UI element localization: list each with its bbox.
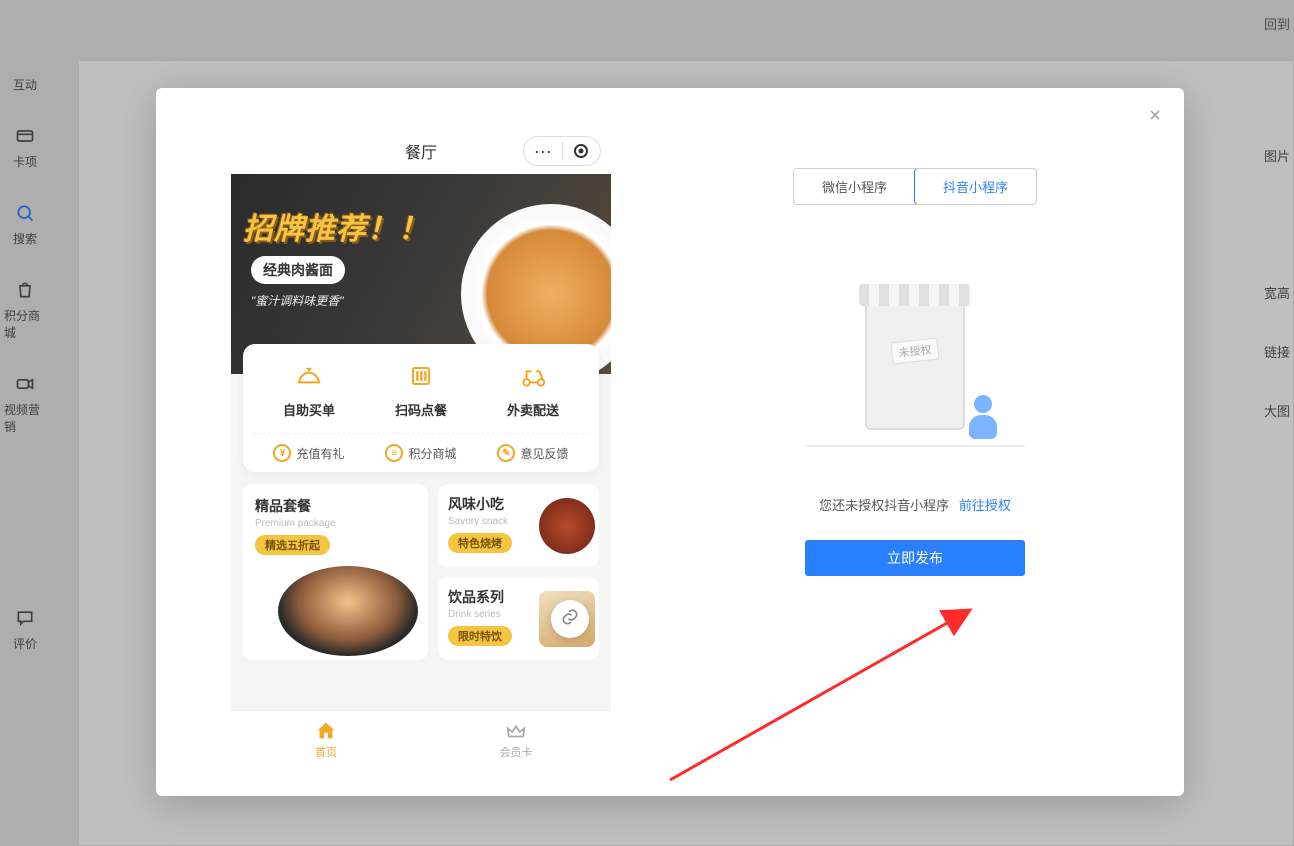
package-image — [278, 566, 418, 656]
tile-tag: 特色烧烤 — [448, 533, 512, 553]
capsule-close-icon — [563, 144, 601, 158]
floating-link-button — [551, 600, 589, 638]
scooter-icon — [515, 358, 551, 394]
unauthorized-label: 未授权 — [890, 338, 939, 365]
storefront-icon: 未授权 — [865, 300, 965, 430]
phone-bottom-nav: 首页 会员卡 — [231, 710, 611, 768]
authorize-link[interactable]: 前往授权 — [959, 498, 1011, 513]
tile-tag: 精选五折起 — [255, 535, 330, 555]
capsule-more-icon: ··· — [524, 141, 562, 162]
home-icon — [315, 720, 337, 742]
subaction-recharge: ¥ 充值有礼 — [273, 444, 344, 462]
unauthorized-illustration: 未授权 — [795, 265, 1035, 465]
coin-icon: ¥ — [273, 444, 291, 462]
product-tiles: 精品套餐 Premium package 精选五折起 风味小吃 Savory s… — [231, 484, 611, 660]
tab-wechat[interactable]: 微信小程序 — [794, 169, 915, 204]
nav-home: 首页 — [231, 711, 421, 768]
subaction-points: ≡ 积分商城 — [385, 444, 456, 462]
publish-panel: 微信小程序 抖音小程序 未授权 您还未授权抖音小程序 前往授权 立即发布 — [676, 88, 1184, 796]
snack-image — [539, 498, 595, 554]
pencil-icon: ✎ — [497, 444, 515, 462]
quick-actions-card: 自助买单 扫码点餐 外卖配送 — [243, 344, 599, 472]
platform-tabs: 微信小程序 抖音小程序 — [793, 168, 1037, 205]
stack-icon: ≡ — [385, 444, 403, 462]
hero-subtitle: "蜜汁调料味更香" — [251, 292, 344, 309]
preview-column: 餐厅 ··· 招牌推荐！！ 经典肉酱面 "蜜汁调料味更香" — [156, 88, 676, 796]
cloche-icon — [291, 358, 327, 394]
miniprogram-capsule: ··· — [523, 136, 601, 166]
subaction-feedback: ✎ 意见反馈 — [497, 444, 568, 462]
link-icon — [560, 607, 580, 632]
hero-headline: 招牌推荐！！ — [243, 204, 429, 248]
tile-premium-package: 精品套餐 Premium package 精选五折起 — [243, 484, 428, 660]
tab-douyin[interactable]: 抖音小程序 — [914, 168, 1037, 205]
action-self-checkout: 自助买单 — [283, 358, 335, 419]
tile-snack: 风味小吃 Savory snack 特色烧烤 — [438, 484, 599, 567]
tile-tag: 限时特饮 — [448, 626, 512, 646]
close-button[interactable] — [1144, 106, 1166, 128]
publish-button[interactable]: 立即发布 — [805, 540, 1025, 576]
publish-modal: 餐厅 ··· 招牌推荐！！ 经典肉酱面 "蜜汁调料味更香" — [156, 88, 1184, 796]
qrcode-icon — [403, 358, 439, 394]
action-scan-order: 扫码点餐 — [395, 358, 447, 419]
app-title: 餐厅 — [405, 139, 437, 163]
phone-preview: 餐厅 ··· 招牌推荐！！ 经典肉酱面 "蜜汁调料味更香" — [231, 128, 611, 768]
hero-badge: 经典肉酱面 — [251, 256, 345, 284]
auth-message: 您还未授权抖音小程序 前往授权 — [819, 495, 1011, 514]
action-delivery: 外卖配送 — [507, 358, 559, 419]
close-icon — [1147, 107, 1163, 128]
person-icon — [967, 395, 999, 437]
crown-icon — [505, 720, 527, 742]
phone-titlebar: 餐厅 ··· — [231, 128, 611, 174]
nav-membership: 会员卡 — [421, 711, 611, 768]
